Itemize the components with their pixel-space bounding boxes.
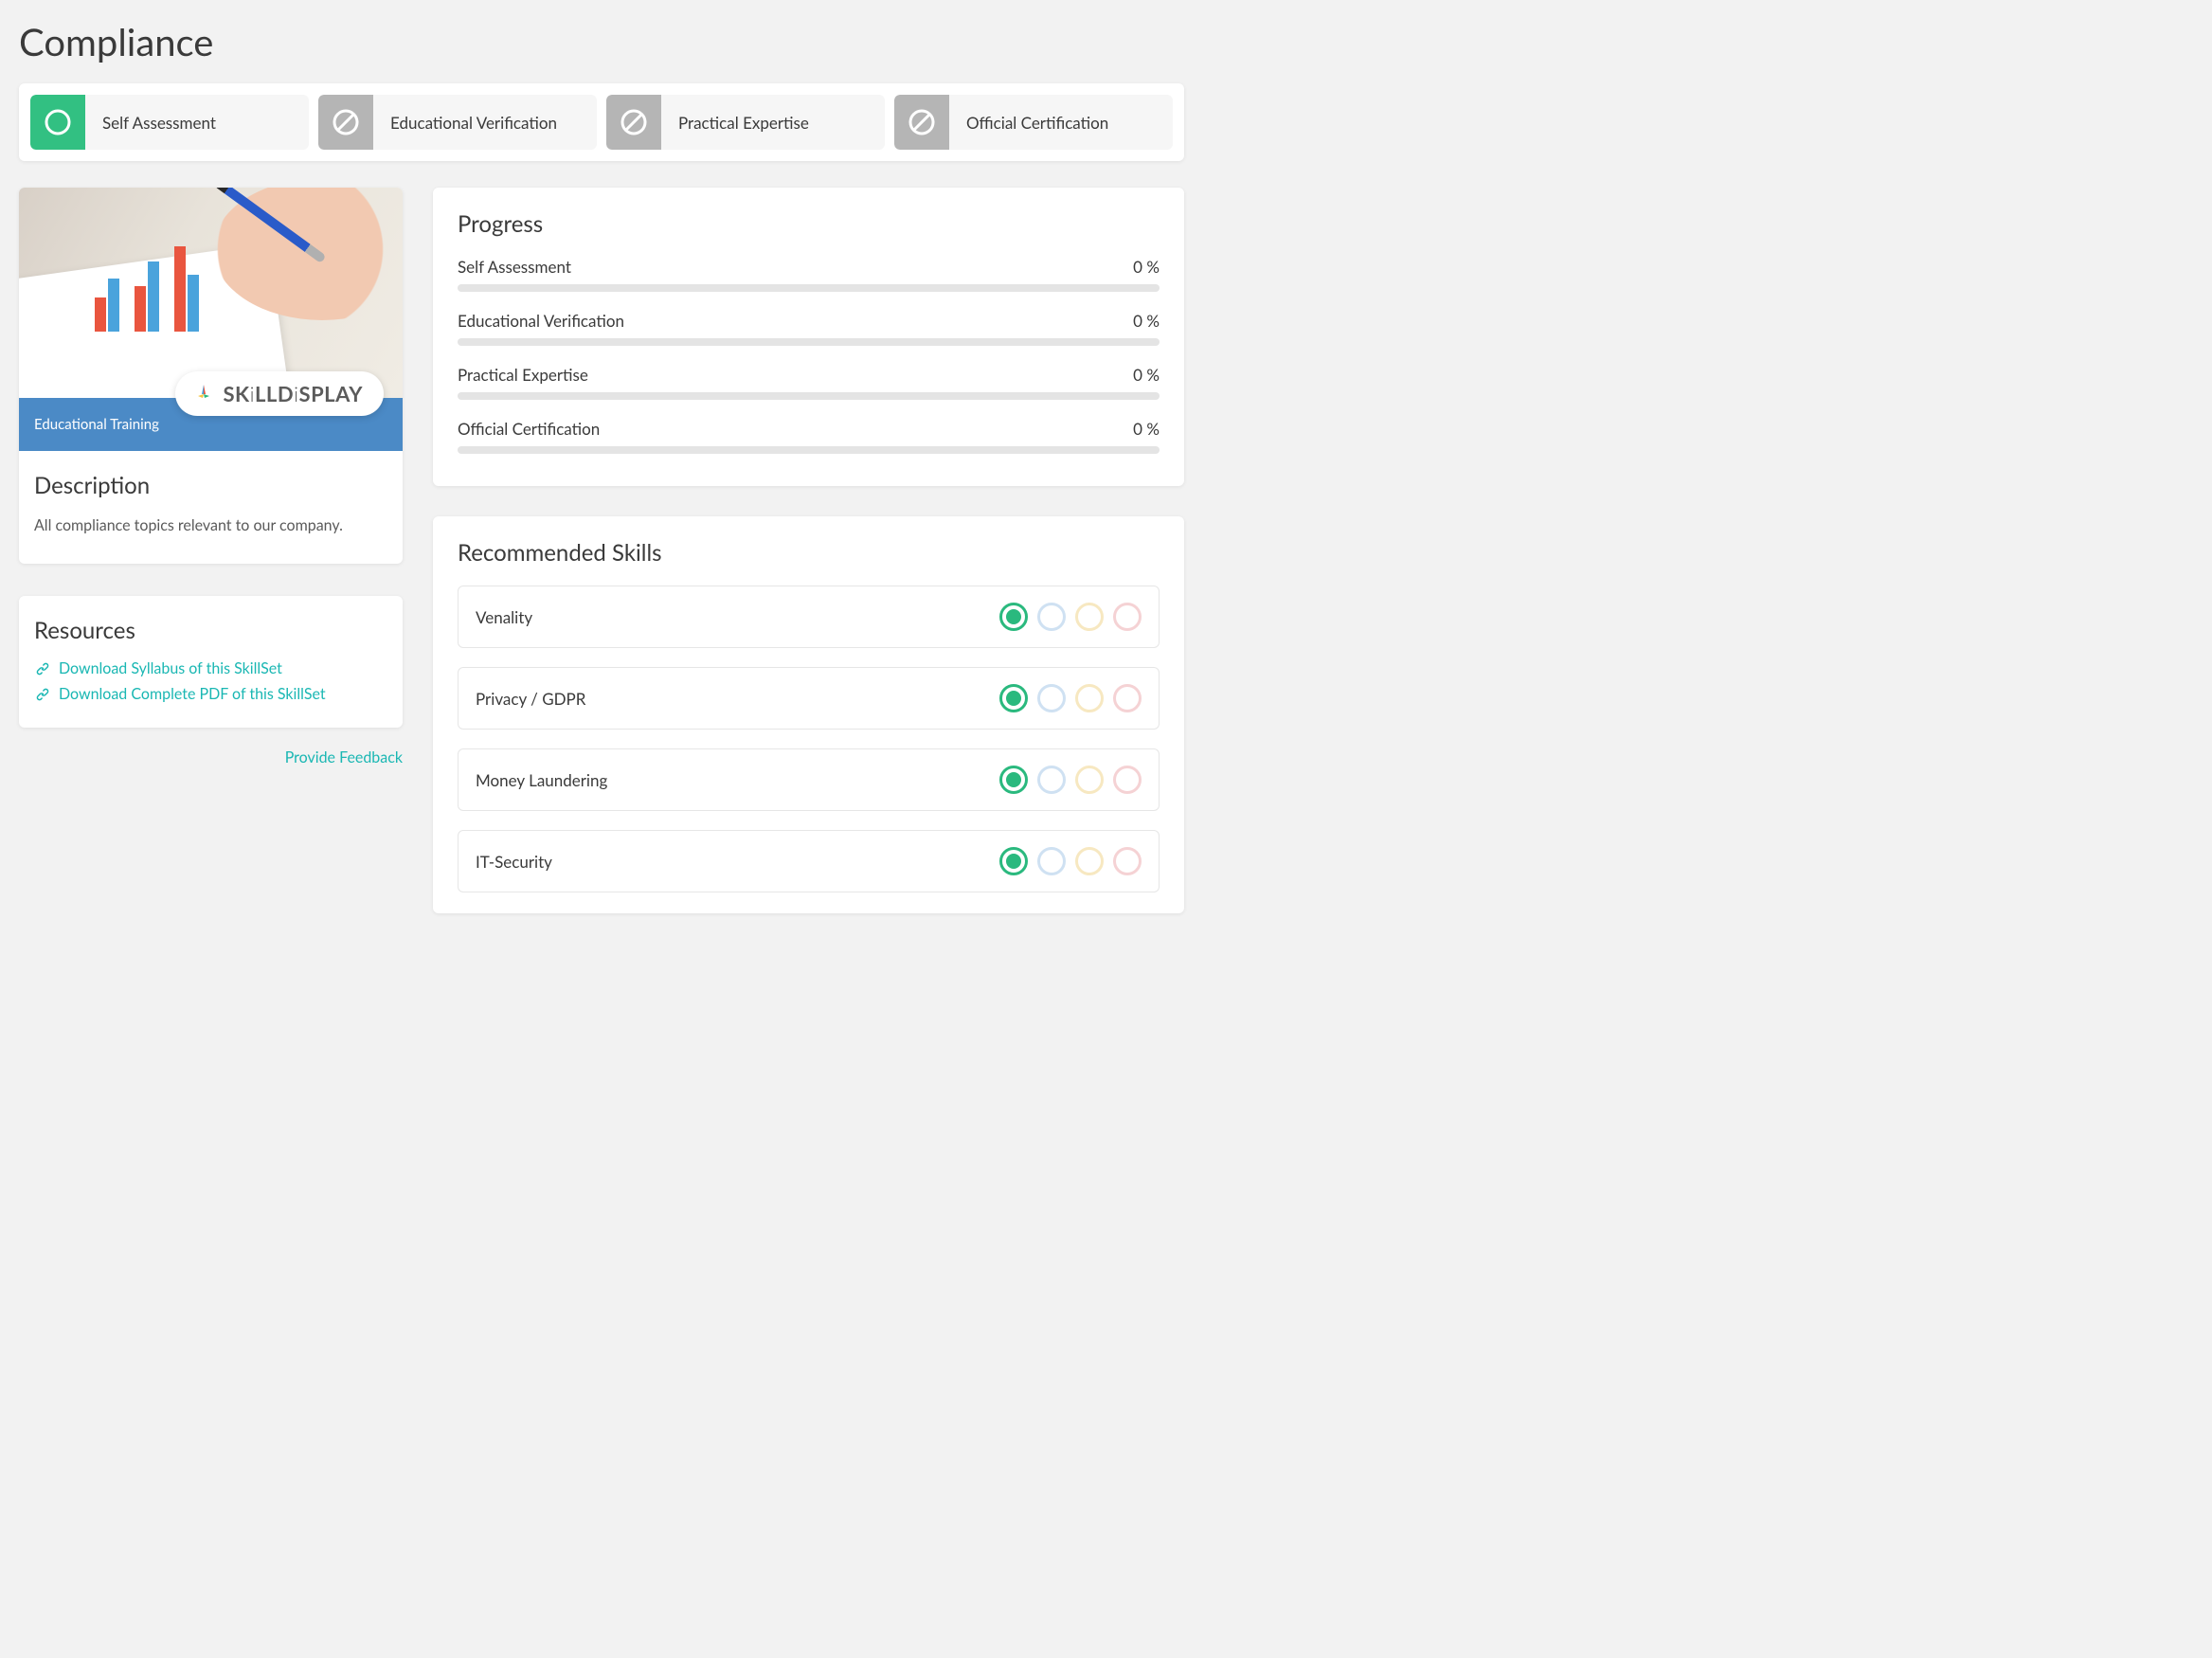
training-band: Educational Training SKiLLDiSPLAY: [19, 398, 403, 451]
tab-self-assessment[interactable]: Self Assessment: [30, 95, 309, 150]
link-label: Download Syllabus of this SkillSet: [59, 659, 282, 677]
progress-bar: [458, 284, 1160, 292]
resources-card: Resources Download Syllabus of this Skil…: [19, 596, 403, 728]
provide-feedback-link[interactable]: Provide Feedback: [19, 748, 403, 766]
badge-cert-icon[interactable]: [1113, 766, 1142, 794]
badge-practical-icon[interactable]: [1075, 684, 1104, 712]
badge-edu-icon[interactable]: [1037, 766, 1066, 794]
badge-edu-icon[interactable]: [1037, 684, 1066, 712]
training-card: Educational Training SKiLLDiSPLAY Descri…: [19, 188, 403, 564]
description-text: All compliance topics relevant to our co…: [34, 514, 387, 537]
badge-practical-icon[interactable]: [1075, 603, 1104, 631]
progress-label: Official Certification: [458, 419, 600, 439]
progress-bar: [458, 446, 1160, 454]
training-band-label: Educational Training: [34, 416, 159, 433]
badge-practical-icon[interactable]: [1075, 847, 1104, 875]
progress-value: 0 %: [1133, 419, 1160, 439]
skill-badges: [999, 766, 1142, 794]
skills-heading: Recommended Skills: [458, 539, 1160, 567]
progress-label: Educational Verification: [458, 311, 624, 331]
skill-item[interactable]: IT-Security: [458, 830, 1160, 892]
progress-value: 0 %: [1133, 257, 1160, 277]
brand-badge: SKiLLDiSPLAY: [175, 371, 384, 416]
tab-label: Educational Verification: [373, 113, 557, 133]
ban-icon: [318, 95, 373, 150]
verification-tabs: Self Assessment Educational Verification…: [19, 83, 1184, 161]
progress-label: Self Assessment: [458, 257, 571, 277]
tab-educational-verification[interactable]: Educational Verification: [318, 95, 597, 150]
description-heading: Description: [34, 472, 387, 499]
ban-icon: [894, 95, 949, 150]
link-label: Download Complete PDF of this SkillSet: [59, 685, 326, 703]
tab-official-certification[interactable]: Official Certification: [894, 95, 1173, 150]
progress-bar: [458, 338, 1160, 346]
training-image: [19, 188, 403, 398]
tab-label: Self Assessment: [85, 113, 216, 133]
circle-icon: [30, 95, 85, 150]
badge-practical-icon[interactable]: [1075, 766, 1104, 794]
badge-cert-icon[interactable]: [1113, 603, 1142, 631]
skill-item[interactable]: Venality: [458, 586, 1160, 648]
skill-name: Venality: [476, 607, 532, 627]
download-complete-pdf-link[interactable]: Download Complete PDF of this SkillSet: [34, 685, 387, 703]
ban-icon: [606, 95, 661, 150]
skill-badges: [999, 684, 1142, 712]
recommended-skills-card: Recommended Skills Venality Privacy / GD…: [433, 516, 1184, 913]
badge-self-icon[interactable]: [999, 766, 1028, 794]
badge-self-icon[interactable]: [999, 684, 1028, 712]
progress-value: 0 %: [1133, 365, 1160, 385]
progress-bar: [458, 392, 1160, 400]
skill-item[interactable]: Money Laundering: [458, 748, 1160, 811]
download-syllabus-link[interactable]: Download Syllabus of this SkillSet: [34, 659, 387, 677]
badge-cert-icon[interactable]: [1113, 684, 1142, 712]
brand-text: SKiLLDiSPLAY: [223, 381, 363, 406]
progress-heading: Progress: [458, 210, 1160, 238]
tab-label: Official Certification: [949, 113, 1108, 133]
badge-cert-icon[interactable]: [1113, 847, 1142, 875]
brand-logo-icon: [192, 383, 215, 405]
badge-edu-icon[interactable]: [1037, 603, 1066, 631]
resources-heading: Resources: [34, 617, 387, 644]
progress-card: Progress Self Assessment 0 % Educational…: [433, 188, 1184, 486]
page-title: Compliance: [19, 19, 1184, 64]
badge-self-icon[interactable]: [999, 847, 1028, 875]
link-icon: [34, 686, 51, 703]
tab-label: Practical Expertise: [661, 113, 809, 133]
skill-name: IT-Security: [476, 852, 552, 872]
link-icon: [34, 660, 51, 677]
badge-edu-icon[interactable]: [1037, 847, 1066, 875]
progress-label: Practical Expertise: [458, 365, 588, 385]
skill-badges: [999, 847, 1142, 875]
badge-self-icon[interactable]: [999, 603, 1028, 631]
progress-value: 0 %: [1133, 311, 1160, 331]
skill-badges: [999, 603, 1142, 631]
skill-name: Money Laundering: [476, 770, 607, 790]
skill-name: Privacy / GDPR: [476, 689, 585, 709]
tab-practical-expertise[interactable]: Practical Expertise: [606, 95, 885, 150]
skill-item[interactable]: Privacy / GDPR: [458, 667, 1160, 730]
